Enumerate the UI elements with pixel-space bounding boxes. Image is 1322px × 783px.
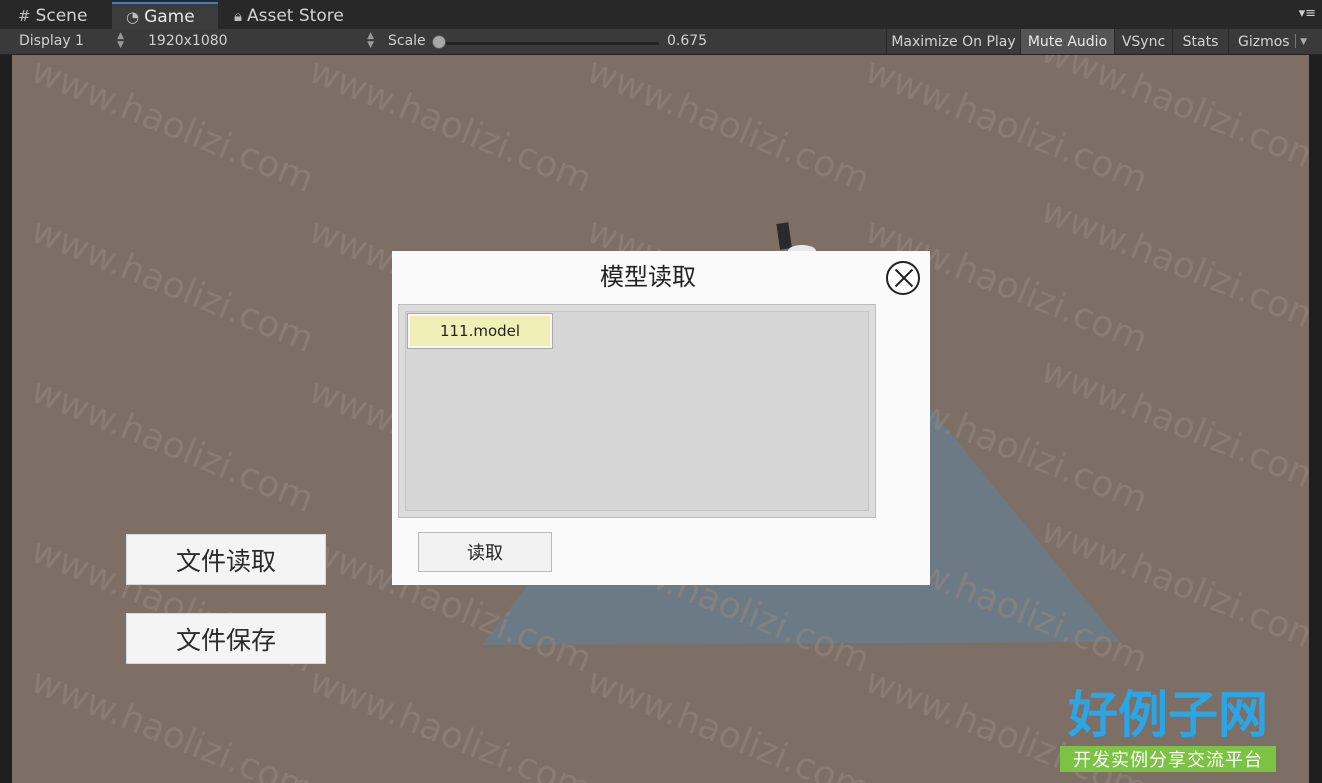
read-file-button[interactable]: 文件读取 [126, 534, 326, 585]
gizmos-button[interactable]: Gizmos ▼ [1228, 29, 1312, 54]
file-list-scroll-view[interactable]: 111.model [398, 304, 876, 518]
logo-sub-text: 开发实例分享交流平台 [1060, 746, 1276, 772]
scale-slider-track[interactable] [437, 42, 659, 45]
scale-label: Scale [388, 33, 426, 49]
resolution-dropdown-value: 1920x1080 [148, 33, 228, 49]
logo-main-text: 好例子网 [1068, 685, 1268, 744]
game-toolbar: Display 1 ▲ ▼ 1920x1080 ▲ ▼ Scale 0.675 Ma… [0, 29, 1322, 55]
gizmos-label: Gizmos [1238, 33, 1290, 50]
editor-tab-bar: # Scene ◔ Game 🔒︎ Asset Store ▾≡ [0, 0, 1322, 29]
save-file-button[interactable]: 文件保存 [126, 613, 326, 664]
resolution-dropdown[interactable]: 1920x1080 ▲ ▼ [140, 31, 380, 51]
tab-asset-store[interactable]: 🔒︎ Asset Store [220, 2, 356, 29]
file-list: 111.model [405, 311, 869, 511]
scale-value: 0.675 [667, 33, 708, 49]
grid-icon: # [18, 6, 31, 25]
vsync-button[interactable]: VSync [1114, 29, 1172, 54]
tab-game-label: Game [144, 6, 195, 27]
gizmos-separator [1295, 34, 1296, 48]
tab-scene-label: Scene [35, 5, 88, 26]
model-read-dialog: 模型读取 111.model 读取 [392, 251, 930, 585]
site-logo: 好例子网 开发实例分享交流平台 [1060, 688, 1276, 774]
pacman-icon: ◔ [126, 7, 140, 26]
mute-audio-button[interactable]: Mute Audio [1020, 29, 1114, 54]
updown-arrow-icon: ▲ ▼ [367, 31, 374, 50]
dialog-title: 模型读取 [600, 263, 696, 291]
updown-arrow-icon: ▲ ▼ [117, 31, 124, 50]
scene-object-dark [776, 222, 792, 250]
tab-game[interactable]: ◔ Game [112, 2, 218, 29]
panel-menu-icon[interactable]: ▾≡ [1299, 6, 1316, 21]
read-button[interactable]: 读取 [418, 532, 552, 572]
scale-slider-thumb[interactable] [432, 35, 446, 49]
lock-icon: 🔒︎ [234, 6, 242, 25]
file-item[interactable]: 111.model [407, 313, 553, 349]
tab-asset-store-label: Asset Store [246, 5, 344, 26]
display-dropdown-value: Display 1 [19, 33, 84, 49]
display-dropdown[interactable]: Display 1 ▲ ▼ [12, 31, 130, 51]
tab-scene[interactable]: # Scene [4, 2, 99, 29]
close-button[interactable] [886, 261, 920, 295]
chevron-down-icon[interactable]: ▼ [1300, 37, 1307, 47]
stats-button[interactable]: Stats [1172, 29, 1228, 54]
maximize-on-play-button[interactable]: Maximize On Play [886, 29, 1020, 54]
